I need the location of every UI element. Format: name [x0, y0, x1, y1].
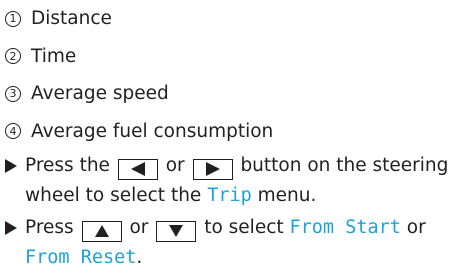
right-arrow-key-icon: [192, 158, 233, 180]
manual-page: 1 Distance 2 Time 3 Average speed 4 Aver…: [0, 0, 471, 276]
legend-item-average-speed: 3 Average speed: [5, 75, 273, 113]
step-bullet-icon: [5, 151, 19, 181]
option-from-reset: From Reset: [25, 247, 137, 268]
legend-label: Average fuel consumption: [31, 120, 274, 142]
instruction-step-select-option: Press or to select From Start or From Re…: [5, 213, 467, 273]
circled-number-3: 3: [5, 85, 21, 102]
circled-number-2: 2: [5, 48, 21, 65]
legend-label: Distance: [31, 8, 112, 30]
instruction-steps: Press the or button on the steering whee…: [5, 151, 467, 275]
down-arrow-key-icon: [156, 220, 197, 242]
legend-label: Average speed: [31, 83, 169, 105]
left-arrow-key-icon: [117, 158, 158, 180]
legend-label: Time: [31, 45, 77, 67]
step-text: Press or to select From Start or From Re…: [25, 217, 426, 268]
legend-item-average-fuel-consumption: 4 Average fuel consumption: [5, 113, 273, 151]
circled-number-1: 1: [5, 10, 21, 27]
instruction-step-select-trip-menu: Press the or button on the steering whee…: [5, 151, 467, 211]
legend-item-time: 2 Time: [5, 38, 273, 76]
up-arrow-key-icon: [81, 220, 122, 242]
step-bullet-icon: [5, 213, 19, 243]
legend-list: 1 Distance 2 Time 3 Average speed 4 Aver…: [5, 0, 273, 150]
step-text: Press the or button on the steering whee…: [25, 155, 449, 206]
menu-name-trip: Trip: [207, 185, 252, 206]
circled-number-4: 4: [5, 123, 21, 140]
legend-item-distance: 1 Distance: [5, 0, 273, 38]
option-from-start: From Start: [289, 217, 401, 238]
